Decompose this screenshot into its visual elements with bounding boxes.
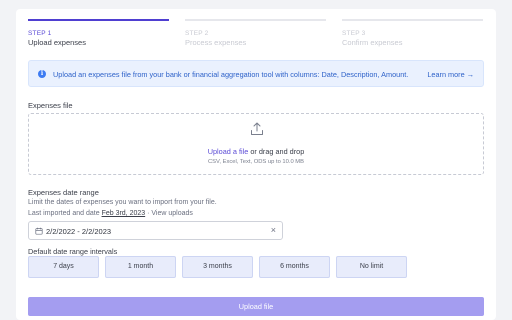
info-message: Upload an expenses file from your bank o… [53, 70, 409, 79]
view-uploads-link[interactable]: View uploads [151, 210, 193, 217]
learn-more-link[interactable]: Learn more → [427, 70, 474, 79]
step-name: Process expenses [185, 38, 247, 47]
last-imported-date: Feb 3rd, 2023 [101, 210, 146, 217]
step-confirm-expenses[interactable]: STEP 3 Confirm expenses [342, 19, 483, 47]
clear-icon[interactable]: × [271, 225, 276, 235]
preset-6-months-button[interactable]: 6 months [259, 256, 330, 278]
drag-drop-text: or drag and drop [248, 147, 305, 156]
step-number: STEP 1 [28, 30, 52, 37]
file-type-hint: CSV, Excel, Text, ODS up to 10.0 MB [207, 159, 305, 165]
step-number: STEP 2 [185, 30, 209, 37]
step-name: Confirm expenses [342, 38, 403, 47]
expense-upload-card: STEP 1 Upload expenses STEP 2 Process ex… [16, 9, 496, 320]
last-imported-line: Last imported and date Feb 3rd, 2023 · V… [28, 210, 193, 217]
info-banner: i Upload an expenses file from your bank… [28, 60, 484, 87]
step-number: STEP 3 [342, 30, 366, 37]
expenses-file-label: Expenses file [28, 101, 73, 110]
step-progress-bar [28, 19, 169, 21]
step-progress-bar [185, 19, 326, 21]
last-imported-prefix: Last imported and date [28, 210, 102, 217]
file-dropzone[interactable]: Upload a file or drag and drop CSV, Exce… [28, 113, 484, 175]
date-range-label: Expenses date range [28, 188, 99, 197]
info-icon: i [38, 70, 46, 78]
step-process-expenses[interactable]: STEP 2 Process expenses [185, 19, 326, 47]
step-upload-expenses[interactable]: STEP 1 Upload expenses [28, 19, 169, 47]
date-range-help: Limit the dates of expenses you want to … [28, 199, 217, 206]
preset-1-month-button[interactable]: 1 month [105, 256, 176, 278]
step-progress-bar [342, 19, 483, 21]
preset-no-limit-button[interactable]: No limit [336, 256, 407, 278]
upload-file-link[interactable]: Upload a file [208, 147, 249, 156]
upload-icon [251, 122, 263, 135]
date-range-value: 2/2/2022 - 2/2/2023 [46, 227, 112, 236]
date-intervals-label: Default date range intervals [28, 247, 118, 256]
upload-file-button[interactable]: Upload file [28, 297, 484, 316]
preset-7-days-button[interactable]: 7 days [28, 256, 99, 278]
dropzone-instructions: Upload a file or drag and drop [29, 147, 483, 156]
date-range-input[interactable]: 2/2/2022 - 2/2/2023 × [28, 221, 283, 240]
step-name: Upload expenses [28, 38, 86, 47]
calendar-icon [35, 227, 43, 235]
preset-3-months-button[interactable]: 3 months [182, 256, 253, 278]
